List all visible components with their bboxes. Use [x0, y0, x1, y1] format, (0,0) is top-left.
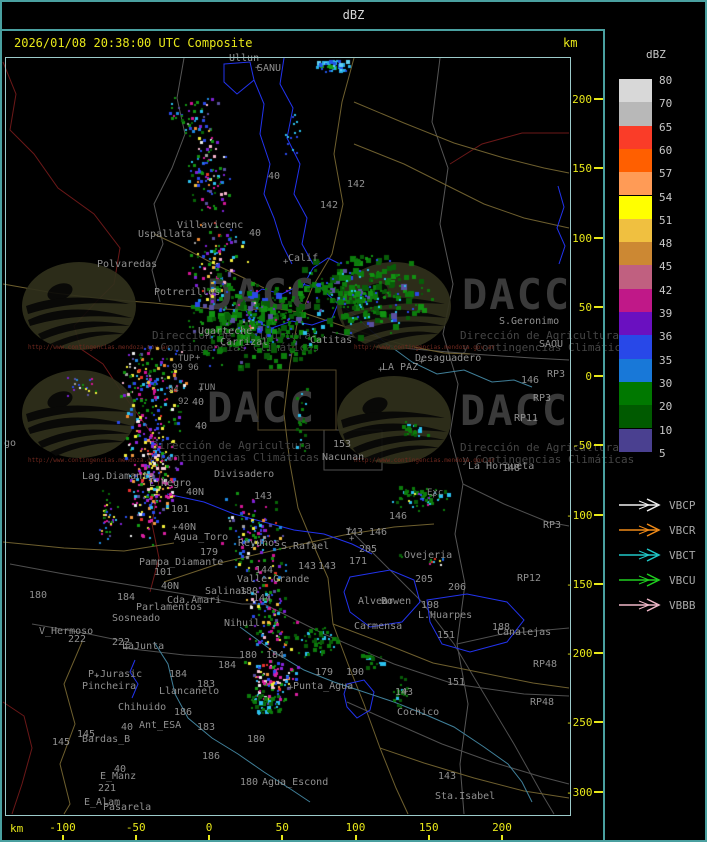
y-axis-unit-label: km [563, 36, 578, 50]
radar-app-window: dBZ 2026/01/08 20:38:00 UTC Composite km… [0, 0, 707, 842]
window-title: dBZ [342, 8, 365, 22]
radar-echo-canvas [2, 2, 705, 840]
panel-divider-line [603, 29, 605, 840]
title-bar: dBZ [2, 2, 705, 28]
titlebar-divider-line [2, 29, 604, 31]
timestamp-label: 2026/01/08 20:38:00 UTC Composite [14, 36, 253, 50]
x-axis-unit-label: km [10, 822, 24, 835]
